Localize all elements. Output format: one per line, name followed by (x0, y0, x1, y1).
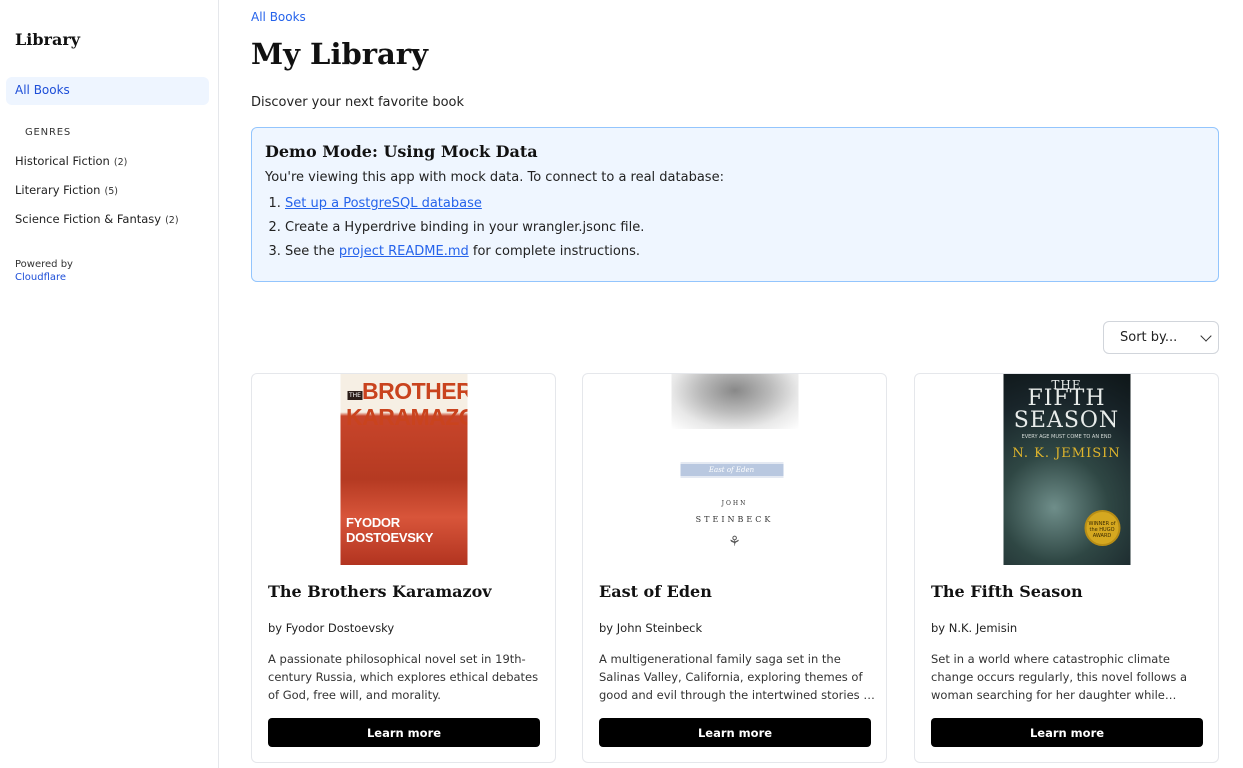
sort-select-value: Sort by... (1120, 330, 1178, 345)
notice-steps: Set up a PostgreSQL database Create a Hy… (285, 195, 1205, 261)
cloudflare-link[interactable]: Cloudflare (15, 271, 73, 284)
sidebar: Library All Books Genres Historical Fict… (0, 0, 219, 768)
genre-count: (2) (113, 157, 128, 168)
cover-title: East of Eden (680, 462, 783, 478)
page-subtitle: Discover your next favorite book (251, 95, 465, 110)
demo-mode-notice: Demo Mode: Using Mock Data You're viewin… (251, 127, 1219, 282)
book-description: A multigenerational family saga set in t… (599, 652, 875, 702)
tree-illustration (671, 374, 798, 429)
readme-link[interactable]: project README.md (339, 244, 469, 259)
notice-step-2: Create a Hyperdrive binding in your wran… (285, 219, 1205, 237)
cover-author: FYODOR DOSTOEVSKY (346, 515, 434, 545)
powered-by-label: Powered by (15, 259, 73, 270)
cover-title: FIFTH SEASON (1013, 386, 1120, 433)
book-title: The Fifth Season (931, 582, 1083, 601)
book-title: East of Eden (599, 582, 712, 601)
cover-the: THE (347, 391, 363, 400)
cover-title-line2: KARAMAZOV (346, 404, 467, 430)
genre-label: Science Fiction & Fantasy (15, 212, 162, 226)
notice-step-3: See the project README.md for complete i… (285, 243, 1205, 261)
step3-suffix: for complete instructions. (468, 244, 641, 259)
cover-title-line1: BROTHERS (362, 378, 467, 404)
step3-prefix: See the (285, 244, 339, 259)
book-title: The Brothers Karamazov (268, 582, 492, 601)
book-cover: THE BROTHERS KARAMAZOV FYODOR DOSTOEVSKY (340, 374, 467, 565)
genre-count: (5) (104, 186, 118, 197)
learn-more-button[interactable]: Learn more (268, 718, 540, 747)
learn-more-button[interactable]: Learn more (599, 718, 871, 747)
learn-more-button[interactable]: Learn more (931, 718, 1203, 747)
powered-by: Powered by Cloudflare (15, 258, 73, 284)
cover-author-first: JOHN (721, 500, 748, 507)
genre-label: Historical Fiction (15, 154, 110, 168)
sidebar-item-all-books[interactable]: All Books (6, 77, 209, 105)
book-description: Set in a world where catastrophic climat… (931, 652, 1188, 702)
breadcrumb[interactable]: All Books (251, 10, 306, 24)
cover-tagline: EVERY AGE MUST COME TO AN END (1021, 434, 1112, 440)
book-card-fifth-season: THE FIFTH SEASON EVERY AGE MUST COME TO … (914, 373, 1219, 763)
sidebar-item-science-fiction-fantasy[interactable]: Science Fiction & Fantasy (2) (15, 212, 179, 226)
notice-title: Demo Mode: Using Mock Data (265, 142, 538, 161)
chevron-down-icon (1200, 329, 1212, 342)
genres-heading: Genres (25, 127, 71, 138)
sidebar-item-historical-fiction[interactable]: Historical Fiction (2) (15, 154, 127, 168)
book-description: A passionate philosophical novel set in … (268, 652, 539, 702)
notice-text: You're viewing this app with mock data. … (265, 170, 724, 185)
genre-count: (2) (165, 215, 179, 226)
sidebar-title: Library (15, 30, 81, 49)
book-card-brothers-karamazov: THE BROTHERS KARAMAZOV FYODOR DOSTOEVSKY… (251, 373, 556, 763)
cover-author: N. K. JEMISIN (1012, 446, 1121, 461)
cover-author-last: STEINBECK (695, 515, 774, 524)
sidebar-item-literary-fiction[interactable]: Literary Fiction (5) (15, 183, 118, 197)
book-author: by N.K. Jemisin (931, 621, 1018, 635)
sort-select[interactable]: Sort by... (1103, 321, 1219, 354)
book-cover: THE FIFTH SEASON EVERY AGE MUST COME TO … (1003, 374, 1130, 565)
genre-label: Literary Fiction (15, 183, 101, 197)
book-cover: East of Eden JOHN STEINBECK ⚘ (671, 374, 798, 565)
book-author: by John Steinbeck (599, 621, 703, 635)
page-title: My Library (251, 37, 428, 71)
notice-step-1: Set up a PostgreSQL database (285, 195, 1205, 213)
sprig-icon: ⚘ (728, 534, 741, 550)
book-author: by Fyodor Dostoevsky (268, 621, 395, 635)
award-seal: WINNER of the HUGO AWARD (1084, 510, 1120, 546)
book-card-east-of-eden: East of Eden JOHN STEINBECK ⚘ East of Ed… (582, 373, 887, 763)
postgres-setup-link[interactable]: Set up a PostgreSQL database (285, 196, 482, 211)
